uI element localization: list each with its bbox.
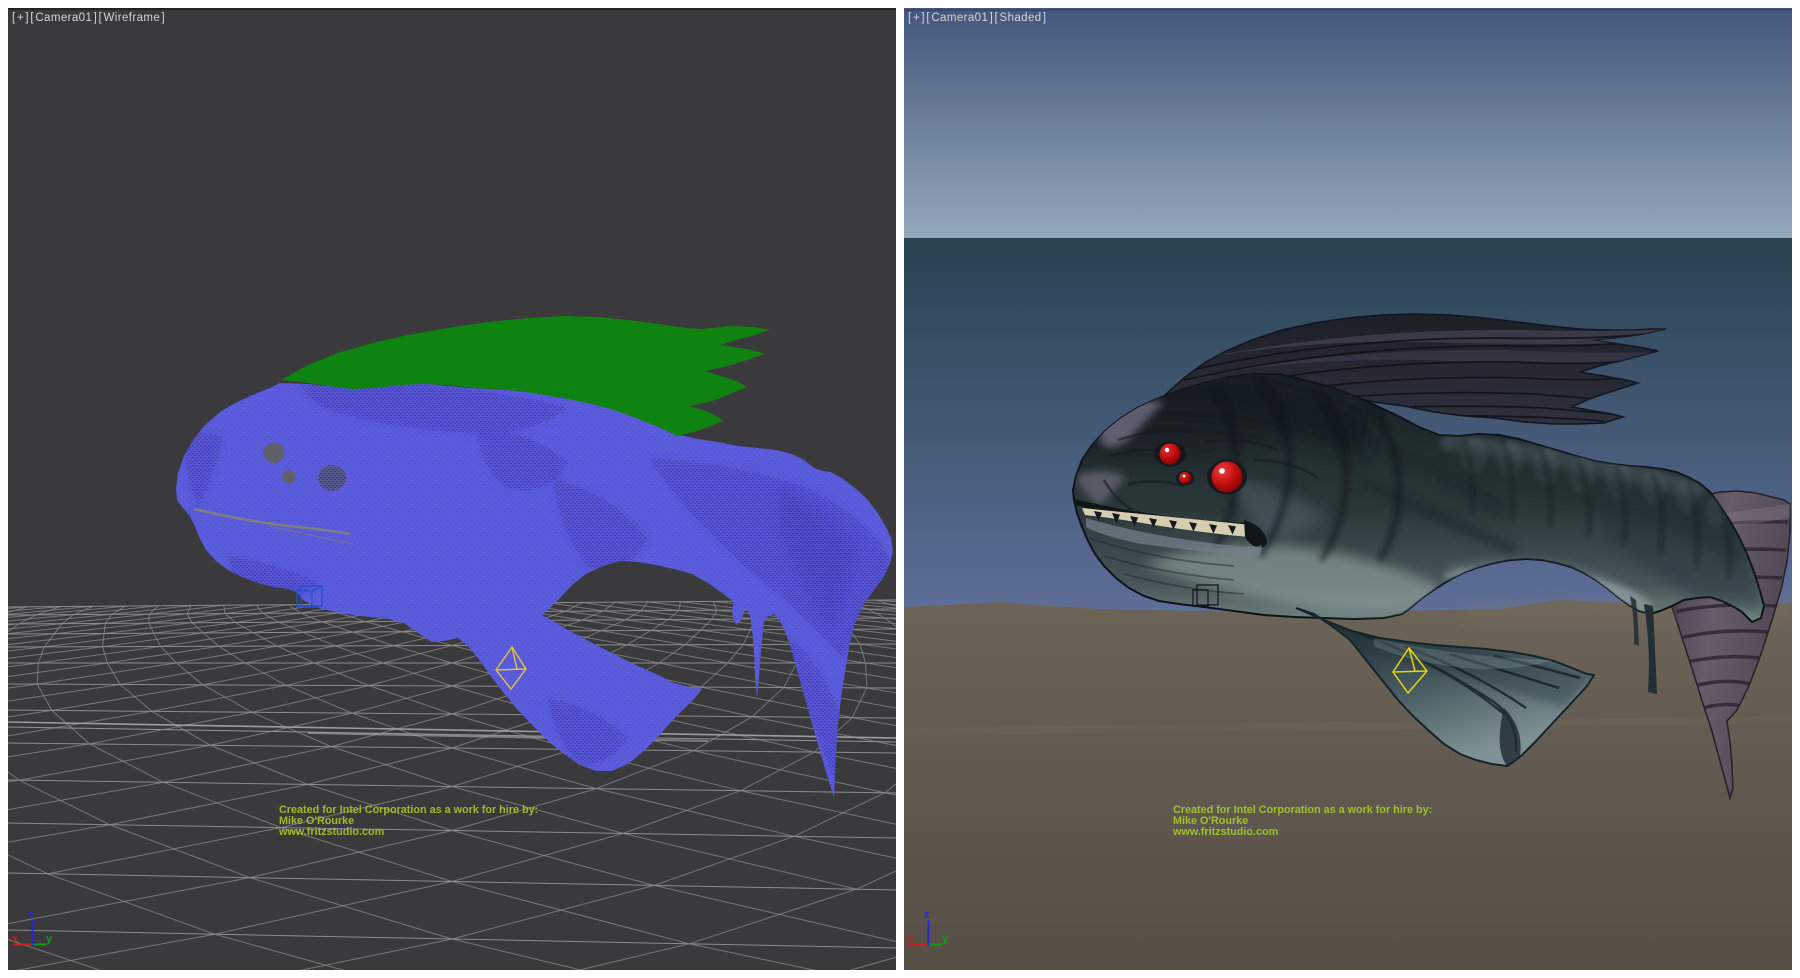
svg-text:www.fritzstudio.com: www.fritzstudio.com bbox=[278, 826, 384, 838]
svg-text:x: x bbox=[908, 933, 915, 945]
svg-text:x: x bbox=[12, 933, 19, 945]
svg-text:z: z bbox=[924, 909, 930, 921]
svg-text:y: y bbox=[942, 933, 949, 945]
svg-text:z: z bbox=[28, 909, 34, 921]
svg-text:www.fritzstudio.com: www.fritzstudio.com bbox=[1172, 826, 1278, 838]
svg-text:y: y bbox=[46, 933, 53, 945]
